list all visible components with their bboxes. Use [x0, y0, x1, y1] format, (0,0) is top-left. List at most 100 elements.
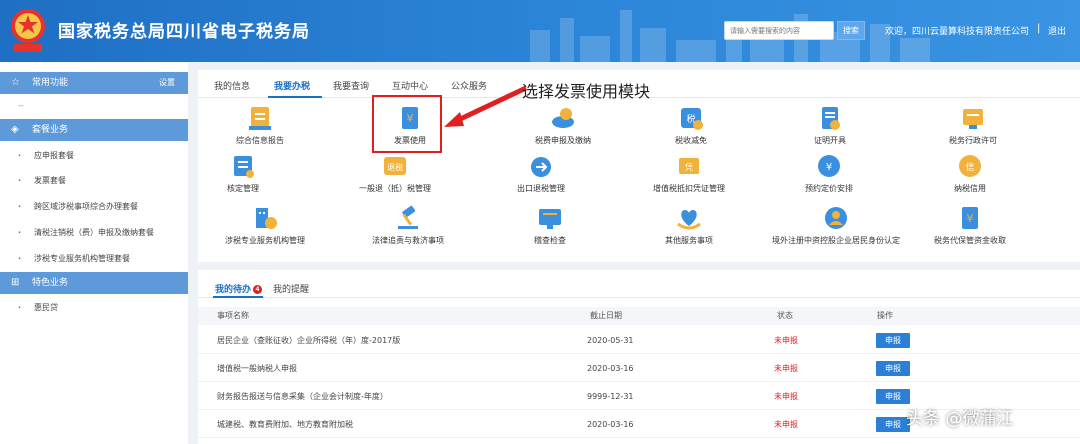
table-row: 居民企业（查账征收）企业所得税（年）度-2017版 2020-05-31 未申报…	[198, 327, 1080, 354]
sidebar-item-cross-region-package[interactable]: 跨区域涉税事项综合办理套餐	[0, 198, 188, 216]
row-name: 财务报告报送与信息采集（企业会计制度-年度）	[217, 392, 388, 401]
tab-interaction[interactable]: 互动中心	[392, 79, 428, 92]
col-header-action: 操作	[877, 311, 893, 320]
declare-button[interactable]: 申报	[876, 361, 910, 376]
func-inspection[interactable]: 稽查检查	[475, 204, 625, 246]
todo-count-badge: 4	[253, 285, 263, 294]
credit-icon: 信	[959, 155, 981, 177]
sidebar-item-invoice-package[interactable]: 发票套餐	[0, 172, 188, 190]
tab-my-info[interactable]: 我的信息	[214, 79, 250, 92]
row-date: 9999-12-31	[587, 392, 634, 401]
row-status: 未申报	[774, 336, 798, 345]
agency-icon	[256, 208, 277, 229]
layers-icon: ◈	[11, 124, 19, 135]
sidebar-section-common[interactable]: ☆ 常用功能 设置	[0, 72, 188, 94]
col-header-status: 状态	[777, 311, 793, 320]
sidebar: ☆ 常用功能 设置 -- ◈ 套餐业务 应申报套餐 发票套餐 跨区域涉税事项综合…	[0, 62, 188, 444]
sidebar-item-declare-package[interactable]: 应申报套餐	[0, 147, 188, 165]
func-tax-relief[interactable]: 税 税收减免	[616, 104, 766, 146]
svg-text:¥: ¥	[826, 162, 832, 173]
svg-text:凭: 凭	[685, 162, 693, 172]
sidebar-section-special[interactable]: ⊞ 特色业务	[0, 272, 188, 294]
sidebar-item-agency-package[interactable]: 涉税专业服务机构管理套餐	[0, 250, 188, 268]
sidebar-item-deregister-package[interactable]: 清税注销税（费）申报及缴纳套餐	[0, 224, 188, 242]
sidebar-section-package[interactable]: ◈ 套餐业务	[0, 119, 188, 141]
row-name: 居民企业（查账征收）企业所得税（年）度-2017版	[217, 336, 401, 345]
invoice-highlight-box	[372, 95, 442, 153]
resident-icon	[825, 207, 847, 229]
declare-button[interactable]: 申报	[876, 333, 910, 348]
star-icon: ☆	[11, 77, 20, 88]
row-date: 2020-03-16	[587, 364, 634, 373]
row-date: 2020-05-31	[587, 336, 634, 345]
col-header-date: 截止日期	[590, 311, 622, 320]
vat-voucher-icon: 凭	[679, 158, 699, 174]
tab-query[interactable]: 我要查询	[333, 79, 369, 92]
func-general-refund[interactable]: 退税 一般退（抵）税管理	[320, 152, 470, 194]
func-tax-credit[interactable]: 信 纳税信用	[895, 152, 1045, 194]
active-tab-indicator	[213, 296, 263, 298]
grid-icon: ⊞	[11, 277, 20, 288]
func-vat-voucher[interactable]: 凭 增值税抵扣凭证管理	[614, 152, 764, 194]
row-status: 未申报	[774, 420, 798, 429]
top-header: 国家税务总局四川省电子税务局 搜索 欢迎，四川云量算科技有限责任公司 | 退出	[0, 0, 1080, 62]
license-icon	[963, 109, 983, 129]
table-header: 事项名称 截止日期 状态 操作	[198, 307, 1080, 325]
row-status: 未申报	[774, 364, 798, 373]
tab-my-todo[interactable]: 我的待办 4	[215, 282, 263, 295]
tax-payment-icon	[552, 108, 574, 128]
gavel-icon	[398, 205, 418, 229]
tax-relief-icon: 税	[681, 108, 703, 130]
watermark-text: 头条 @微蒲江	[906, 409, 1014, 429]
func-other-services[interactable]: 其他服务事项	[614, 204, 764, 246]
func-pricing[interactable]: ¥ 预约定价安排	[754, 152, 904, 194]
svg-text:¥: ¥	[967, 212, 974, 225]
service-icon	[677, 210, 701, 230]
row-name: 增值税一般纳税人申报	[217, 364, 297, 373]
func-legal-remedy[interactable]: 法律追责与救济事项	[333, 204, 483, 246]
search-button[interactable]: 搜索	[837, 21, 865, 40]
func-export-refund[interactable]: 出口退税管理	[466, 152, 616, 194]
func-custody-fund[interactable]: ¥ 税务代保管资金收取	[895, 204, 1045, 246]
sidebar-section-label: 套餐业务	[32, 125, 69, 135]
row-status: 未申报	[774, 392, 798, 401]
todo-tabs: 我的待办 4 我的提醒	[198, 270, 1080, 298]
site-title: 国家税务总局四川省电子税务局	[58, 22, 310, 42]
table-row: 增值税一般纳税人申报 2020-03-16 未申报 申报	[198, 355, 1080, 382]
tab-tax-handling[interactable]: 我要办税	[274, 79, 310, 92]
active-tab-indicator	[268, 96, 322, 98]
logout-link[interactable]: 退出	[1048, 24, 1066, 37]
func-agency-manage[interactable]: 涉税专业服务机构管理	[190, 204, 340, 246]
declare-button[interactable]: 申报	[876, 417, 910, 432]
report-icon	[249, 107, 271, 130]
func-report[interactable]: 综合信息报告	[185, 104, 335, 146]
row-name: 城建税、教育费附加、地方教育附加税	[217, 420, 353, 429]
annotation-text: 选择发票使用模块	[522, 82, 651, 101]
declare-button[interactable]: 申报	[876, 389, 910, 404]
func-assessment[interactable]: 核定管理	[168, 152, 318, 194]
sidebar-item-huimindai[interactable]: 惠民贷	[0, 299, 188, 317]
welcome-text: 欢迎，四川云量算科技有限责任公司	[885, 27, 1030, 37]
svg-text:退税: 退税	[387, 162, 403, 172]
func-certificate[interactable]: 证明开具	[755, 104, 905, 146]
func-resident-identity[interactable]: 境外注册中资控股企业居民身份认定	[761, 204, 911, 246]
header-separator: |	[1037, 23, 1041, 34]
sidebar-setting-link[interactable]: 设置	[159, 72, 175, 94]
inspection-icon	[539, 209, 561, 229]
pricing-icon: ¥	[818, 155, 840, 177]
verify-icon	[234, 156, 254, 178]
sidebar-empty-placeholder: --	[18, 101, 24, 110]
tab-label: 我的待办	[215, 285, 252, 295]
custody-fund-icon: ¥	[962, 207, 978, 229]
tab-my-reminders[interactable]: 我的提醒	[273, 282, 309, 295]
search-input[interactable]	[724, 21, 834, 40]
refund-icon: 退税	[384, 157, 406, 175]
sidebar-section-label: 常用功能	[32, 78, 69, 88]
col-header-name: 事项名称	[217, 311, 249, 320]
sidebar-section-label: 特色业务	[32, 278, 69, 288]
func-admin-license[interactable]: 税务行政许可	[898, 104, 1048, 146]
tax-emblem-logo	[11, 9, 45, 52]
export-refund-icon	[531, 157, 551, 177]
row-date: 2020-03-16	[587, 420, 634, 429]
svg-text:信: 信	[965, 161, 974, 173]
